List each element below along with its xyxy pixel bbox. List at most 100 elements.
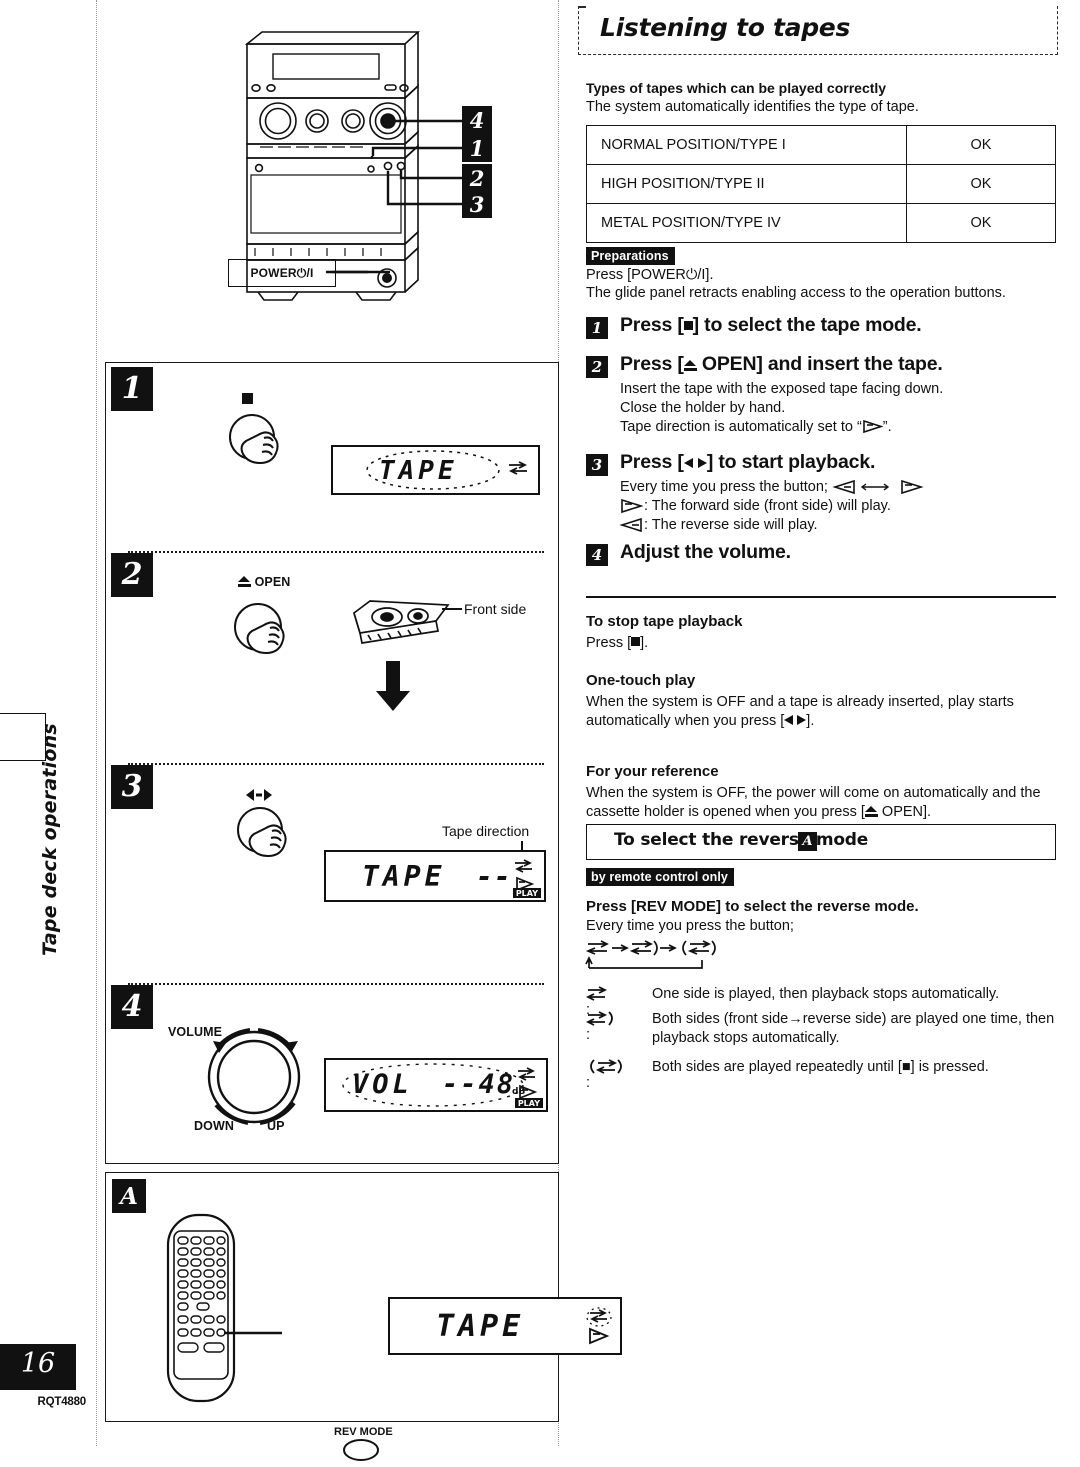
remote-only-tag-wrap: by remote control only xyxy=(586,868,734,886)
forward-direction-icon xyxy=(862,419,884,434)
manual-page: Tape deck operations 16 RQT4880 4 1 2 3 … xyxy=(0,0,1080,1461)
step-title-2: Press [ OPEN] and insert the tape. xyxy=(620,353,943,375)
fold-guide-left xyxy=(96,0,97,1446)
volume-down-label: DOWN xyxy=(194,1119,234,1133)
volume-up-label: UP xyxy=(267,1119,285,1133)
step-number-3: 3 xyxy=(586,454,608,476)
forward-play-icon xyxy=(697,458,707,468)
note-body-for-your-reference: When the system is OFF, the power will c… xyxy=(586,785,1041,821)
step-title-4: Adjust the volume. xyxy=(620,541,791,563)
step-3-body-line-1: Every time you press the button; xyxy=(620,478,926,497)
remote-only-tag: by remote control only xyxy=(586,868,734,886)
step-number-1: 1 xyxy=(586,317,608,339)
open-button-press-illustration xyxy=(234,603,285,655)
note-heading-one-touch-play: One-touch play xyxy=(586,672,696,689)
reverse-play-icon xyxy=(683,458,693,468)
tape-types-intro: The system automatically identifies the … xyxy=(586,99,919,115)
forward-direction-icon xyxy=(621,498,644,514)
eject-icon xyxy=(683,360,697,371)
display-panel-step3: TAPE -- PLAY xyxy=(324,850,546,902)
panel-badge-4: 4 xyxy=(111,985,153,1029)
tape-direction-icon-step3 xyxy=(515,859,535,892)
stereo-system-illustration: 4 1 2 3 POWER⏻/I xyxy=(110,14,550,314)
reverse-mode-cycle-diagram xyxy=(585,940,716,969)
callout-number-2: 2 xyxy=(462,164,492,192)
reverse-mode-option-both-once: : Both sides (front side→reverse side) a… xyxy=(585,1010,1055,1047)
cassette-front-side-label: Front side xyxy=(464,601,527,617)
blink-indicator-step4 xyxy=(342,1063,524,1107)
note-body-one-touch-play: When the system is OFF and a tape is alr… xyxy=(586,694,1014,730)
step-number-2: 2 xyxy=(586,356,608,378)
reverse-mode-reference-letter: A xyxy=(798,832,817,851)
insert-direction-arrow xyxy=(376,661,410,711)
sidebar-section-tab: Tape deck operations xyxy=(39,723,61,956)
display-dashes-step3: -- xyxy=(476,860,512,893)
display-panel-step4: VOL --48 dB PLAY xyxy=(324,1058,548,1112)
preparations-tag: Preparations xyxy=(586,247,675,265)
panel-separator-3 xyxy=(128,983,544,985)
stop-icon xyxy=(683,321,693,330)
reverse-direction-icon xyxy=(619,517,642,533)
tape-types-table: NORMAL POSITION/TYPE I OK HIGH POSITION/… xyxy=(586,125,1056,243)
panel-badge-2: 2 xyxy=(111,553,153,597)
display-panel-a: TAPE xyxy=(388,1297,622,1355)
tape-direction-icon-step1 xyxy=(508,461,528,475)
note-heading-for-your-reference: For your reference xyxy=(586,763,719,780)
step-2-body-line-3: Tape direction is automatically set to “… xyxy=(620,419,892,435)
step-title-3: Press [ ] to start playback. xyxy=(620,451,876,473)
power-button-label: POWER⏻/I xyxy=(228,259,336,287)
tape-type-cell: HIGH POSITION/TYPE II xyxy=(586,164,907,204)
note-body-stop-playback: Press []. xyxy=(586,635,649,651)
remote-control-illustration xyxy=(166,1213,282,1403)
reverse-mode-press-body: Every time you press the button; xyxy=(586,918,794,934)
tape-type-cell: METAL POSITION/TYPE IV xyxy=(586,203,907,243)
display-panel-step1: TAPE xyxy=(331,445,540,495)
table-row: HIGH POSITION/TYPE II OK xyxy=(586,164,1056,204)
play-indicator-step4: PLAY xyxy=(514,1098,543,1108)
display-text-step3: TAPE xyxy=(362,860,446,893)
step-2-body-line-1: Insert the tape with the exposed tape fa… xyxy=(620,381,944,397)
tape-types-heading: Types of tapes which can be played corre… xyxy=(586,80,887,96)
tape-status-cell: OK xyxy=(906,203,1056,243)
blink-indicator-step1 xyxy=(366,450,500,490)
stop-icon xyxy=(631,637,641,646)
reverse-mode-option-one-side: : One side is played, then playback stop… xyxy=(585,985,1058,1018)
reverse-mode-option-both-repeat: : Both sides are played repeatedly until… xyxy=(586,1058,1058,1091)
reverse-play-icon xyxy=(784,715,794,726)
callout-number-3: 3 xyxy=(462,190,492,218)
reverse-mode-illustration-panel: A REV MODE TAPE xyxy=(105,1172,622,1461)
panel-badge-1: 1 xyxy=(111,367,153,411)
both-sides-once-mode-icon: : xyxy=(585,1010,648,1045)
tape-status-cell: OK xyxy=(906,125,1056,165)
direction-toggle-icon xyxy=(832,479,924,495)
sidebar: Tape deck operations 16 RQT4880 xyxy=(0,0,96,1446)
preparations-tag-wrap: Preparations xyxy=(586,247,675,265)
step-illustrations-panel: 1 TAPE 2 OPEN Front side 3 Tape directio… xyxy=(105,362,559,1164)
both-sides-repeat-mode-icon: : xyxy=(586,1058,648,1093)
page-number: 16 xyxy=(20,1348,56,1379)
preparations-line-1: Press [POWER⏻/I]. xyxy=(586,267,714,283)
note-heading-stop-playback: To stop tape playback xyxy=(586,613,743,630)
reverse-mode-section-title: To select the reverse mode xyxy=(614,830,869,850)
panel-separator-1 xyxy=(128,551,544,553)
step-title-1: Press [] to select the tape mode. xyxy=(620,314,922,336)
callout-number-1: 1 xyxy=(462,134,492,162)
rev-mode-button-shape xyxy=(343,1439,379,1461)
forward-play-icon xyxy=(797,715,807,726)
step-2-body-line-2: Close the holder by hand. xyxy=(620,400,786,416)
step-3-body-line-3: : The reverse side will play. xyxy=(619,516,818,535)
table-row: NORMAL POSITION/TYPE I OK xyxy=(586,125,1056,165)
open-button-label: OPEN xyxy=(238,575,290,589)
reverse-mode-press-heading: Press [REV MODE] to select the reverse m… xyxy=(586,898,919,915)
eject-icon xyxy=(238,576,251,587)
page-title: Listening to tapes xyxy=(600,13,851,42)
play-indicator-step3: PLAY xyxy=(512,888,541,898)
tape-direction-label: Tape direction xyxy=(442,823,530,839)
tape-direction-icon-panel-a xyxy=(586,1307,612,1345)
step-3-body-line-2: : The forward side (front side) will pla… xyxy=(620,497,891,516)
panel-separator-2 xyxy=(128,763,544,765)
preparations-line-2: The glide panel retracts enabling access… xyxy=(586,285,1006,301)
table-row: METAL POSITION/TYPE IV OK xyxy=(586,203,1056,243)
stop-button-press-illustration-1 xyxy=(229,393,279,465)
model-code: RQT4880 xyxy=(37,1396,87,1408)
